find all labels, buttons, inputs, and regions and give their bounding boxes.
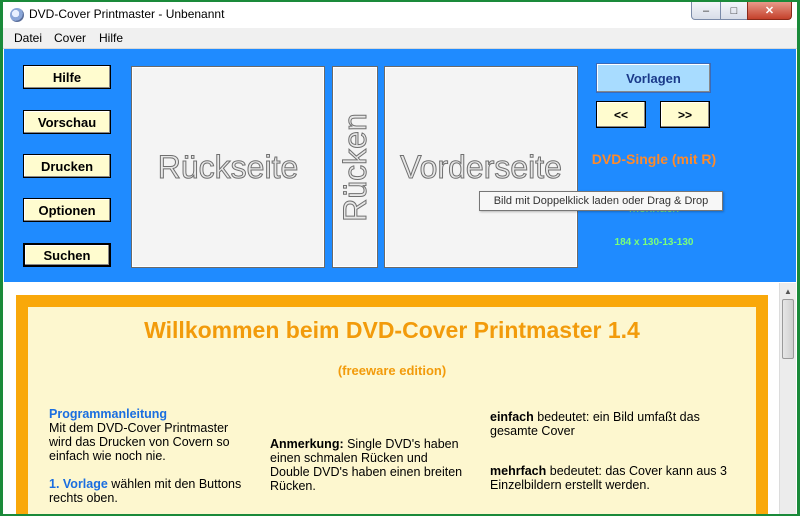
simple-label: einfach	[490, 410, 534, 424]
menu-cover[interactable]: Cover	[54, 31, 86, 45]
minimize-button[interactable]: –	[691, 2, 721, 20]
vorlagen-button[interactable]: Vorlagen	[596, 63, 711, 93]
multi-mode-text: mehrfach bedeutet: das Cover kann aus 3 …	[490, 464, 735, 492]
menu-datei[interactable]: Datei	[14, 31, 42, 45]
tooltip: Bild mit Doppelklick laden oder Drag & D…	[479, 191, 723, 211]
front-cover-pane[interactable]: Vorderseite	[384, 66, 578, 268]
spine-label: Rücken	[336, 112, 373, 222]
instructions-text: Mit dem DVD-Cover Printmaster wird das D…	[49, 421, 230, 463]
dvd-app-icon	[10, 8, 24, 22]
minimize-icon: –	[702, 4, 710, 17]
next-template-button[interactable]: >>	[660, 101, 710, 128]
template-type: DVD-Single (mit R)	[591, 151, 717, 167]
template-dimensions: 184 x 130-13-130	[614, 237, 694, 248]
simple-mode-text: einfach bedeutet: ein Bild umfaßt das ge…	[490, 410, 735, 438]
welcome-content: Willkommen beim DVD-Cover Printmaster 1.…	[4, 283, 779, 514]
note-column: Anmerkung: Single DVD's haben einen schm…	[270, 437, 470, 493]
step-one: 1. Vorlage wählen mit den Buttons rechts…	[49, 477, 254, 505]
vorschau-button[interactable]: Vorschau	[23, 110, 111, 134]
back-cover-label: Rückseite	[157, 148, 299, 185]
mode-column: einfach bedeutet: ein Bild umfaßt das ge…	[490, 410, 735, 492]
menu-hilfe[interactable]: Hilfe	[99, 31, 123, 45]
step-one-label: 1. Vorlage	[49, 477, 108, 491]
multi-label: mehrfach	[490, 464, 547, 478]
scroll-up-icon[interactable]: ▲	[780, 283, 796, 299]
cover-panel: Hilfe Vorschau Drucken Optionen Suchen R…	[4, 49, 796, 282]
maximize-button[interactable]: □	[720, 2, 748, 20]
window-title: DVD-Cover Printmaster - Unbenannt	[29, 7, 225, 21]
prev-template-button[interactable]: <<	[596, 101, 646, 128]
close-icon: ✕	[764, 5, 775, 17]
optionen-button[interactable]: Optionen	[23, 198, 111, 222]
spine-pane[interactable]: Rücken	[332, 66, 378, 268]
scrollbar-thumb[interactable]	[782, 299, 794, 359]
back-cover-pane[interactable]: Rückseite	[131, 66, 325, 268]
edition-label: (freeware edition)	[337, 363, 447, 378]
close-button[interactable]: ✕	[747, 2, 792, 20]
instructions-heading: Programmanleitung	[49, 407, 168, 421]
note-label: Anmerkung:	[270, 437, 344, 451]
drucken-button[interactable]: Drucken	[23, 154, 111, 178]
welcome-box: Willkommen beim DVD-Cover Printmaster 1.…	[28, 307, 756, 514]
app-window: DVD-Cover Printmaster - Unbenannt – □ ✕ …	[3, 2, 797, 514]
instructions-column: Programmanleitung Mit dem DVD-Cover Prin…	[49, 407, 254, 505]
menu-bar: Datei Cover Hilfe	[3, 28, 797, 49]
title-bar: DVD-Cover Printmaster - Unbenannt – □ ✕	[3, 2, 797, 28]
vertical-scrollbar[interactable]: ▲	[779, 283, 796, 514]
maximize-icon: □	[730, 4, 738, 17]
suchen-button[interactable]: Suchen	[23, 243, 111, 267]
hilfe-button[interactable]: Hilfe	[23, 65, 111, 89]
front-cover-label: Vorderseite	[400, 148, 563, 185]
welcome-title: Willkommen beim DVD-Cover Printmaster 1.…	[144, 317, 640, 343]
